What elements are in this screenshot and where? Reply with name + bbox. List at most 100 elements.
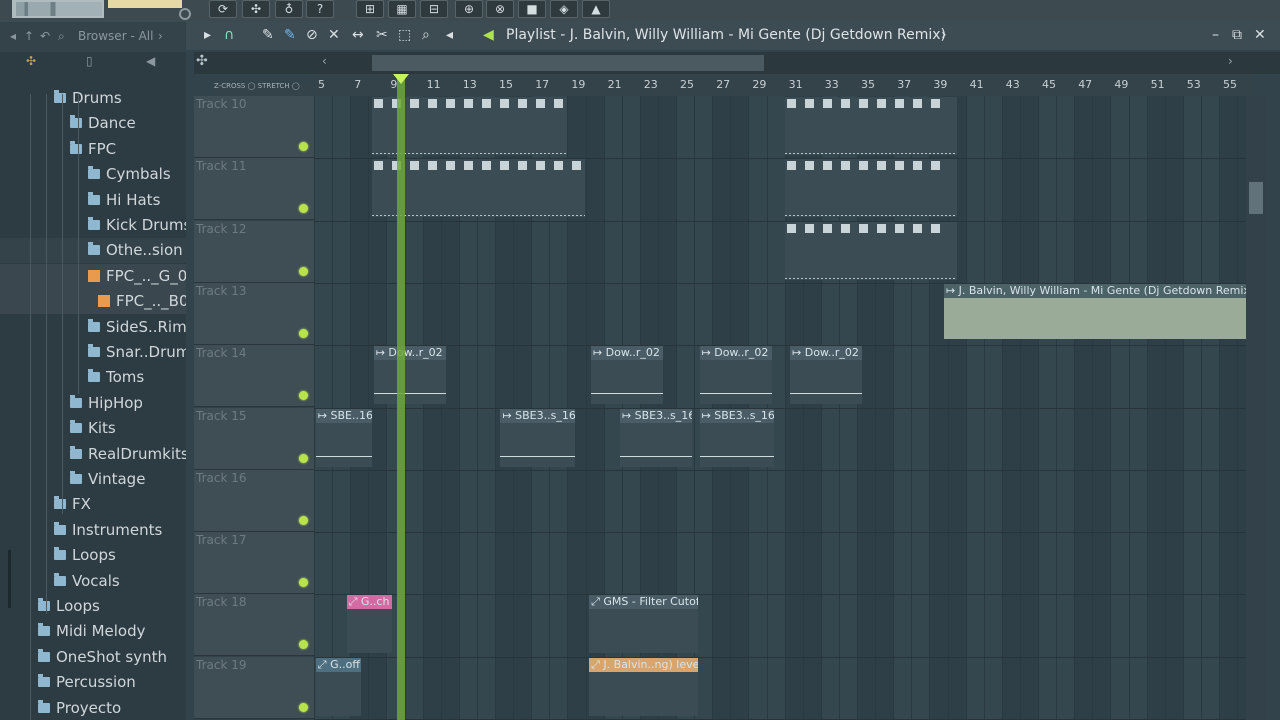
- browser-item-fpc-b04[interactable]: FPC_.._B04: [0, 289, 186, 315]
- track-header[interactable]: Track 13: [194, 282, 314, 345]
- up-arrow-icon[interactable]: ↑: [24, 29, 34, 43]
- play-arrow-icon[interactable]: ▸: [204, 27, 211, 43]
- audio-clip-sbe[interactable]: ↦ SBE3..s_16: [500, 408, 575, 467]
- horizontal-scrollbar[interactable]: ✣ ‹ ›: [194, 52, 1280, 74]
- browser-item-hi-hats[interactable]: Hi Hats: [0, 188, 186, 213]
- track-mute-led[interactable]: [299, 515, 308, 525]
- search-icon[interactable]: ⌕: [58, 29, 65, 44]
- automation-clip-filter-cutoff[interactable]: ⤢ GMS - Filter Cutoff: [589, 595, 698, 654]
- browser-item-fpc[interactable]: FPC: [0, 137, 186, 162]
- pattern-clip[interactable]: [784, 97, 957, 155]
- browser-item-loops[interactable]: Loops: [0, 594, 186, 619]
- automation-clip[interactable]: ⤢ G..ch: [346, 595, 392, 654]
- track-header[interactable]: Track 19: [194, 656, 314, 719]
- audio-clip-sbe[interactable]: ↦ SBE3..s_16: [619, 408, 693, 467]
- automation-clip[interactable]: ⤢ G..off: [315, 657, 362, 716]
- piano-roll-icon[interactable]: ▦: [388, 0, 416, 18]
- vertical-scroll-thumb[interactable]: [1249, 182, 1263, 214]
- playlist-window-icon[interactable]: ⊞: [356, 0, 384, 18]
- browser-item-drums[interactable]: Drums: [0, 86, 186, 111]
- pattern-clip[interactable]: [784, 221, 957, 280]
- browser-item-sides-rims[interactable]: SideS..Rims: [0, 315, 186, 340]
- track-header[interactable]: Track 12: [194, 220, 314, 283]
- audio-clip-sbe[interactable]: ↦ SBE..16: [315, 408, 372, 467]
- crossfade-controls[interactable]: Z-CROSS ◯ STRETCH ◯: [214, 82, 312, 96]
- track-mute-led[interactable]: [299, 204, 308, 214]
- paint-icon[interactable]: ✎: [284, 27, 296, 43]
- help-icon[interactable]: ?: [306, 0, 334, 18]
- mute-icon[interactable]: ✕: [328, 27, 340, 43]
- channel-rack-icon[interactable]: ⊟: [420, 0, 448, 18]
- minimize-icon[interactable]: –: [1212, 27, 1219, 43]
- browser-item-fpc-g-02[interactable]: FPC_.._G_02: [0, 263, 186, 289]
- track-mute-led[interactable]: [299, 142, 308, 151]
- browser-item-snar-drums[interactable]: Snar..Drums: [0, 340, 186, 365]
- audio-clip-dow[interactable]: ↦ Dow..r_02: [699, 346, 772, 405]
- audio-clip-dow[interactable]: ↦ Dow..r_02: [373, 346, 447, 405]
- browser-item-hiphop[interactable]: HipHop: [0, 391, 186, 416]
- track-header[interactable]: Track 11: [194, 158, 314, 221]
- browser-item-toms[interactable]: Toms: [0, 365, 186, 390]
- track-header[interactable]: Track 17: [194, 532, 314, 595]
- volume-icon[interactable]: ◀: [483, 27, 494, 43]
- browser-item-othe-sion[interactable]: Othe..sion: [0, 238, 186, 264]
- browser-item-midi-melody[interactable]: Midi Melody: [0, 619, 186, 644]
- scroll-right-icon[interactable]: ›: [1228, 54, 1233, 68]
- track-mute-led[interactable]: [299, 328, 308, 338]
- browser-item-kits[interactable]: Kits: [0, 416, 186, 441]
- browser-item-kick-drums[interactable]: Kick Drums: [0, 213, 186, 238]
- vertical-scrollbar[interactable]: [1246, 96, 1266, 720]
- title-menu-arrow-icon[interactable]: ›: [941, 27, 947, 43]
- zoom-icon[interactable]: ⌕: [422, 27, 430, 43]
- browser-item-oneshot-synth[interactable]: OneShot synth: [0, 645, 186, 670]
- collapse-icon[interactable]: ◂: [10, 29, 16, 43]
- scroll-thumb[interactable]: [372, 55, 764, 71]
- track-header[interactable]: Track 16: [194, 469, 314, 532]
- browser-scrollbar[interactable]: [8, 550, 11, 608]
- mic-icon[interactable]: ♁: [275, 0, 303, 18]
- track-mute-led[interactable]: [299, 578, 308, 588]
- pattern-clip[interactable]: [784, 159, 957, 218]
- track-header[interactable]: Track 10: [194, 96, 314, 158]
- maximize-icon[interactable]: ⧉: [1232, 27, 1242, 43]
- track-mute-led[interactable]: [299, 453, 308, 463]
- audio-clip-dow[interactable]: ↦ Dow..r_02: [590, 346, 664, 405]
- playhead-marker[interactable]: [393, 74, 409, 84]
- back-icon[interactable]: ↶: [40, 29, 50, 43]
- browser-toggle-icon[interactable]: ◈: [550, 0, 578, 18]
- browser-item-cymbals[interactable]: Cymbals: [0, 162, 186, 187]
- master-knob[interactable]: [179, 8, 191, 20]
- automation-clip-level[interactable]: ⤢ J. Balvin..ng) level: [589, 657, 698, 716]
- slip-icon[interactable]: ↔: [352, 27, 364, 43]
- browser-item-fx[interactable]: FX: [0, 492, 186, 517]
- plugin-icon[interactable]: ⊗: [486, 0, 514, 18]
- browser-item-dance[interactable]: Dance: [0, 111, 186, 136]
- pattern-mode-icon[interactable]: ✣: [242, 0, 270, 18]
- browser-item-percussion[interactable]: Percussion: [0, 670, 186, 695]
- audio-clip-mi-gente[interactable]: ↦ J. Balvin, Willy William - Mi Gente (D…: [943, 283, 1247, 339]
- track-mute-led[interactable]: [299, 391, 308, 401]
- browser-item-instruments[interactable]: Instruments: [0, 518, 186, 543]
- track-header[interactable]: Track 15: [194, 407, 314, 470]
- track-header[interactable]: Track 14: [194, 345, 314, 408]
- browser-item-vocals[interactable]: Vocals: [0, 569, 186, 594]
- select-icon[interactable]: ⬚: [398, 27, 411, 43]
- snap-tool-icon[interactable]: ✣: [196, 53, 208, 69]
- browser-item-proyecto[interactable]: Proyecto: [0, 696, 186, 720]
- timeline-ruler[interactable]: 5 7 9 11 13 15 17 19 21 23 25 27 29 31 33 35 37 39 41 43 45 4…: [314, 74, 1252, 96]
- file-icon[interactable]: ▯: [86, 54, 93, 68]
- recording-icon[interactable]: ⟳: [209, 0, 237, 18]
- track-mute-led[interactable]: [299, 702, 308, 712]
- slice-icon[interactable]: ✂: [376, 27, 388, 43]
- playlist-grid[interactable]: ↦ J. Balvin, Willy William - Mi Gente (D…: [314, 96, 1252, 720]
- track-header[interactable]: Track 18: [194, 594, 314, 657]
- playhead[interactable]: [397, 74, 405, 720]
- close-icon[interactable]: ✕: [1254, 27, 1266, 43]
- browser-item-realdrumkits[interactable]: RealDrumkits: [0, 442, 186, 467]
- stop-icon[interactable]: ■: [518, 0, 546, 18]
- menu-arrow-icon[interactable]: ›: [158, 29, 163, 43]
- snap-icon[interactable]: ✣: [26, 54, 36, 68]
- track-mute-led[interactable]: [299, 266, 308, 276]
- browser-item-vintage[interactable]: Vintage: [0, 467, 186, 492]
- track-mute-led[interactable]: [299, 640, 308, 650]
